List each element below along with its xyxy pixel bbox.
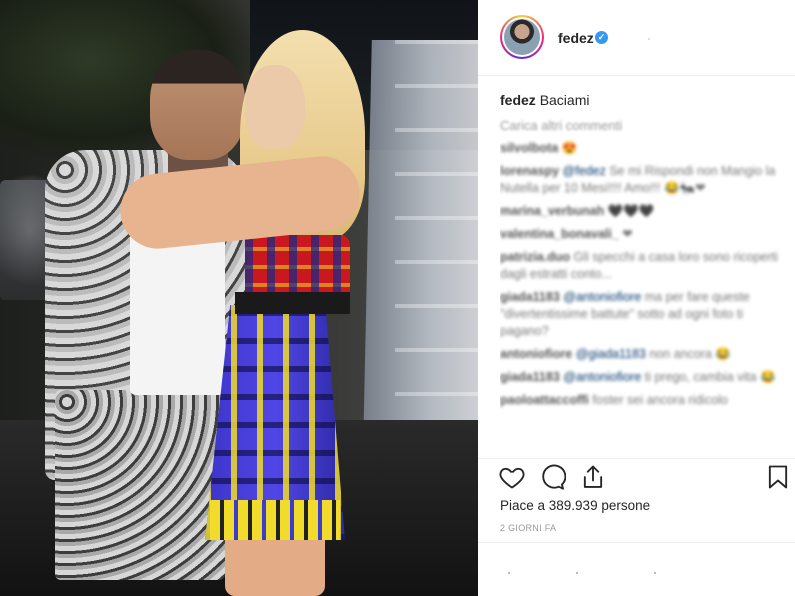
post-header: fedez ✓	[478, 0, 795, 76]
comment-text: non ancora 😂	[649, 347, 731, 361]
caption-username[interactable]: fedez	[500, 92, 536, 108]
comment-username[interactable]: patrizia.duo	[500, 250, 570, 264]
man-shorts	[55, 390, 225, 580]
post-sidebar: fedez ✓ fedez Baciami Carica altri comme…	[478, 0, 795, 596]
woman-belt	[235, 292, 350, 314]
caption-text: Baciami	[539, 92, 590, 108]
post-date[interactable]: 2 GIORNI FA	[500, 523, 556, 533]
comment-box-dot	[654, 572, 656, 574]
comment-mention[interactable]: @fedez	[563, 164, 606, 178]
comment-text: ❤	[622, 227, 633, 241]
comment-item: antoniofiore @giada1183 non ancora 😂	[500, 346, 780, 363]
comment-username[interactable]: valentina_bonavali_	[500, 227, 619, 241]
comments-list: silvolbota 😍 lorenaspy @fedez Se mi Risp…	[500, 140, 780, 458]
comment-item: valentina_bonavali_ ❤	[500, 226, 780, 243]
comment-username[interactable]: giada1183	[500, 290, 560, 304]
comment-item: lorenaspy @fedez Se mi Rispondi non Mang…	[500, 163, 780, 197]
comment-item: paoloattaccoffi foster sei ancora ridico…	[500, 392, 780, 409]
comment-text: 😍	[561, 141, 578, 155]
comment-username[interactable]: paoloattaccoffi	[500, 393, 589, 407]
comment-mention[interactable]: @giada1183	[576, 347, 646, 361]
post-photo[interactable]	[0, 0, 478, 596]
add-comment-area[interactable]	[478, 542, 795, 596]
bookmark-icon[interactable]	[764, 463, 792, 491]
woman-legs	[225, 535, 325, 596]
comment-item: patrizia.duo Gli specchi a casa loro son…	[500, 249, 780, 283]
username-link[interactable]: fedez	[558, 30, 594, 46]
share-icon[interactable]	[579, 463, 607, 491]
comment-item: marina_verbunah 🖤🖤🖤	[500, 203, 780, 220]
comment-icon[interactable]	[538, 463, 566, 491]
man-head	[150, 50, 245, 160]
comment-username[interactable]: marina_verbunah	[500, 204, 604, 218]
heart-icon[interactable]	[498, 463, 526, 491]
likes-count[interactable]: Piace a 389.939 persone	[500, 498, 650, 513]
avatar-image	[504, 19, 540, 55]
comment-item: giada1183 @antoniofiore ti prego, cambia…	[500, 369, 780, 386]
comment-text: ti prego, cambia vita 😂	[644, 370, 776, 384]
post-actions-bar	[478, 458, 795, 498]
comment-username[interactable]: silvolbota	[500, 141, 558, 155]
load-more-comments-link[interactable]: Carica altri commenti	[500, 118, 622, 133]
comment-text: foster sei ancora ridicolo	[592, 393, 728, 407]
woman-face	[245, 65, 305, 150]
photo-wall-lines	[395, 0, 478, 420]
comment-username[interactable]: antoniofiore	[500, 347, 572, 361]
header-dot	[648, 38, 650, 40]
comment-mention[interactable]: @antoniofiore	[563, 370, 641, 384]
post-caption: fedez Baciami	[500, 92, 589, 108]
comment-box-dot	[508, 572, 510, 574]
comment-item: silvolbota 😍	[500, 140, 780, 157]
avatar[interactable]	[500, 15, 544, 59]
verified-badge-icon: ✓	[595, 31, 608, 44]
comment-box-dot	[576, 572, 578, 574]
comment-item: giada1183 @antoniofiore ma per fare ques…	[500, 289, 780, 340]
comment-text: 🖤🖤🖤	[607, 204, 655, 218]
comment-mention[interactable]: @antoniofiore	[563, 290, 641, 304]
comment-username[interactable]: giada1183	[500, 370, 560, 384]
woman-skirt-hem	[210, 500, 340, 540]
comment-username[interactable]: lorenaspy	[500, 164, 559, 178]
